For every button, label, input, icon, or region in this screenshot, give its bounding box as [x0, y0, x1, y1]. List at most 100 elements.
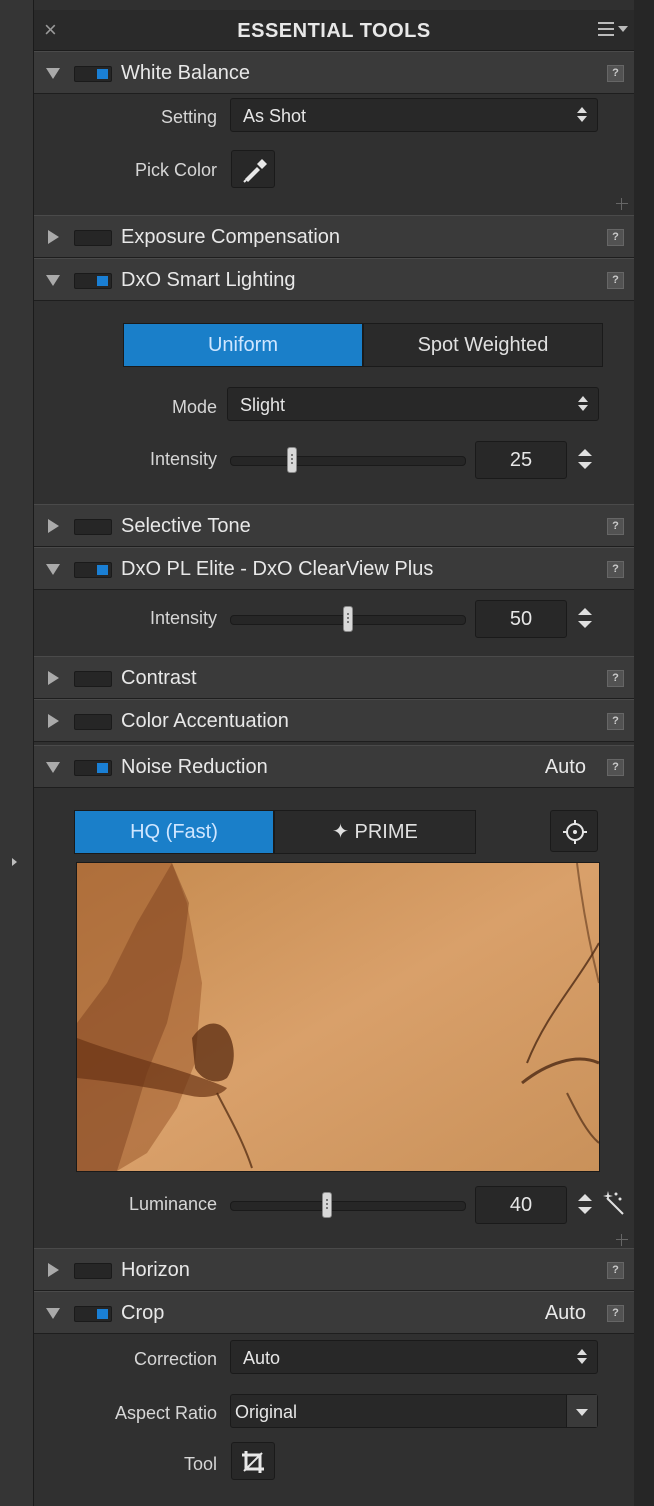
expand-triangle-icon[interactable] [48, 714, 59, 728]
exposure-toggle[interactable] [74, 230, 112, 246]
spot-weighted-mode-button[interactable]: Spot Weighted [363, 323, 603, 367]
help-icon[interactable]: ? [607, 518, 624, 535]
hq-fast-button[interactable]: HQ (Fast) [74, 810, 274, 854]
color-accentuation-toggle[interactable] [74, 714, 112, 730]
crop-body: Correction Auto Aspect Ratio Original To… [34, 1334, 634, 1506]
crop-tool-icon [242, 1451, 264, 1473]
contrast-toggle[interactable] [74, 671, 112, 687]
loupe-target-button[interactable] [550, 810, 598, 852]
luminance-slider-knob[interactable] [322, 1192, 332, 1218]
clearview-intensity-value-field[interactable]: 50 [475, 600, 567, 638]
section-header-color-accentuation[interactable]: Color Accentuation ? [34, 699, 634, 742]
section-label: Crop [121, 1302, 165, 1324]
help-icon[interactable]: ? [607, 1305, 624, 1322]
intensity-label: Intensity [149, 608, 217, 628]
wb-setting-dropdown[interactable]: As Shot [230, 98, 598, 132]
white-balance-toggle[interactable] [74, 66, 112, 82]
correction-dropdown[interactable]: Auto [230, 1340, 598, 1374]
help-icon[interactable]: ? [607, 561, 624, 578]
help-icon[interactable]: ? [607, 759, 624, 776]
updown-arrows-icon [577, 106, 587, 124]
aspect-ratio-combo[interactable]: Original [230, 1394, 598, 1428]
selective-tone-toggle[interactable] [74, 519, 112, 535]
section-header-exposure[interactable]: Exposure Compensation ? [34, 215, 634, 258]
section-label: Color Accentuation [121, 710, 289, 732]
section-label: Horizon [121, 1259, 190, 1281]
white-balance-body: Setting As Shot Pick Color [34, 94, 634, 215]
expand-triangle-icon[interactable] [48, 230, 59, 244]
help-icon[interactable]: ? [607, 229, 624, 246]
dropdown-arrow-icon[interactable] [566, 1395, 597, 1427]
section-label: DxO PL Elite - DxO ClearView Plus [121, 558, 434, 580]
smart-lighting-body: Uniform Spot Weighted Mode Slight Intens… [34, 301, 634, 504]
section-label: White Balance [121, 62, 250, 84]
noise-reduction-toggle[interactable] [74, 760, 112, 776]
essential-tools-panel: × ESSENTIAL TOOLS White Balance ? Settin… [34, 0, 634, 1506]
setting-label: Setting [160, 107, 217, 127]
collapse-triangle-icon[interactable] [46, 762, 60, 773]
correction-value: Auto [243, 1348, 281, 1368]
luminance-value-field[interactable]: 40 [475, 1186, 567, 1224]
wb-setting-value: As Shot [243, 106, 307, 126]
pick-color-label: Pick Color [134, 160, 217, 180]
help-icon[interactable]: ? [607, 713, 624, 730]
crop-tool-button[interactable] [231, 1442, 275, 1480]
panel-menu-icon[interactable] [598, 20, 628, 40]
smart-lighting-toggle[interactable] [74, 273, 112, 289]
section-header-horizon[interactable]: Horizon ? [34, 1248, 634, 1291]
section-label: DxO Smart Lighting [121, 269, 296, 291]
uniform-mode-button[interactable]: Uniform [123, 323, 363, 367]
add-icon[interactable] [616, 198, 628, 210]
luminance-stepper[interactable] [578, 1194, 592, 1216]
magic-wand-icon[interactable] [602, 1190, 628, 1216]
help-icon[interactable]: ? [607, 670, 624, 687]
intensity-stepper[interactable] [578, 449, 592, 471]
crop-toggle[interactable] [74, 1306, 112, 1322]
pick-color-button[interactable] [231, 150, 275, 188]
help-icon[interactable]: ? [607, 65, 624, 82]
section-header-clearview[interactable]: DxO PL Elite - DxO ClearView Plus ? [34, 547, 634, 590]
clearview-toggle[interactable] [74, 562, 112, 578]
section-header-crop[interactable]: Crop Auto ? [34, 1291, 634, 1334]
correction-label: Correction [133, 1349, 217, 1369]
intensity-slider-track[interactable] [230, 456, 466, 466]
mode-dropdown[interactable]: Slight [227, 387, 599, 421]
section-header-contrast[interactable]: Contrast ? [34, 656, 634, 699]
prime-button[interactable]: ✦ PRIME [274, 810, 476, 854]
add-icon[interactable] [616, 1234, 628, 1246]
expand-left-panel-icon[interactable] [12, 858, 17, 866]
updown-arrows-icon [578, 395, 588, 413]
intensity-label: Intensity [149, 449, 217, 469]
expand-triangle-icon[interactable] [48, 519, 59, 533]
aspect-ratio-value[interactable]: Original [235, 1402, 297, 1423]
section-header-white-balance[interactable]: White Balance ? [34, 51, 634, 94]
collapse-triangle-icon[interactable] [46, 275, 60, 286]
right-scroll-area [634, 0, 654, 1506]
section-header-selective-tone[interactable]: Selective Tone ? [34, 504, 634, 547]
intensity-value-field[interactable]: 25 [475, 441, 567, 479]
auto-badge: Auto [544, 1302, 586, 1324]
collapse-triangle-icon[interactable] [46, 564, 60, 575]
section-header-noise-reduction[interactable]: Noise Reduction Auto ? [34, 745, 634, 788]
eyedropper-icon [243, 159, 267, 183]
luminance-slider-track[interactable] [230, 1201, 466, 1211]
section-header-smart-lighting[interactable]: DxO Smart Lighting ? [34, 258, 634, 301]
intensity-slider-knob[interactable] [287, 447, 297, 473]
clearview-intensity-stepper[interactable] [578, 608, 592, 630]
mode-label: Mode [171, 397, 217, 417]
expand-triangle-icon[interactable] [48, 1263, 59, 1277]
left-gutter [0, 0, 34, 1506]
mode-value: Slight [240, 395, 286, 415]
expand-triangle-icon[interactable] [48, 671, 59, 685]
section-label: Noise Reduction [121, 756, 268, 778]
noise-preview-image[interactable] [76, 862, 600, 1172]
help-icon[interactable]: ? [607, 1262, 624, 1279]
help-icon[interactable]: ? [607, 272, 624, 289]
luminance-label: Luminance [128, 1194, 217, 1214]
aspect-ratio-label: Aspect Ratio [114, 1403, 217, 1423]
collapse-triangle-icon[interactable] [46, 1308, 60, 1319]
tool-label: Tool [183, 1454, 217, 1474]
horizon-toggle[interactable] [74, 1263, 112, 1279]
clearview-intensity-slider-knob[interactable] [343, 606, 353, 632]
collapse-triangle-icon[interactable] [46, 68, 60, 79]
